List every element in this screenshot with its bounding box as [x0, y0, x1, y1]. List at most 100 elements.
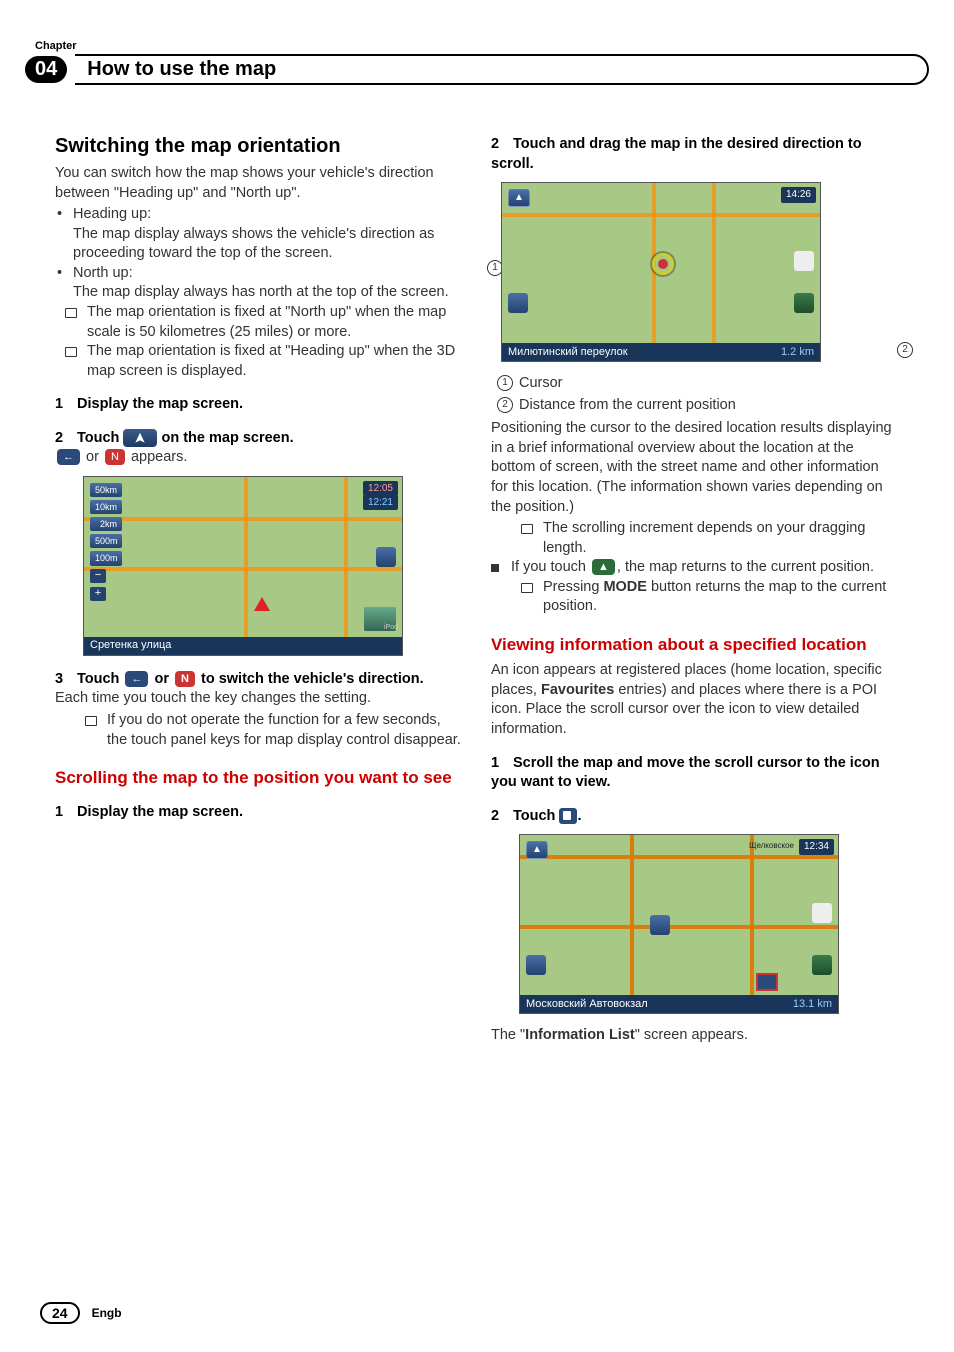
right-panel-icon-3 — [812, 955, 832, 975]
scale-10km: 10km — [90, 500, 122, 514]
favourites-label: Favourites — [541, 682, 614, 698]
top-right-label: Щелковское — [749, 841, 794, 852]
step-2-or: or — [86, 449, 103, 465]
right-panel-icon-1 — [376, 547, 396, 567]
legend-1-num: 1 — [497, 375, 513, 391]
note-scroll-increment: The scrolling increment depends on your … — [491, 519, 899, 558]
step-1-text: Display the map screen. — [77, 396, 243, 412]
step-2-touch-icon: 2Touch on the map screen. — [55, 429, 463, 449]
left-panel-icon-3 — [526, 955, 546, 975]
scroll-step-1: 1Display the map screen. — [55, 803, 463, 823]
chapter-title-wrap: How to use the map — [75, 54, 929, 85]
chapter-header: 04 How to use the map — [25, 54, 929, 85]
step-2-appears: appears. — [131, 449, 187, 465]
lang-code: Engb — [92, 1306, 122, 1320]
mode-button-label: MODE — [603, 579, 647, 595]
bullet-north-up-label: North up: — [73, 265, 133, 281]
note-heading-up-fixed: The map orientation is fixed at "Heading… — [55, 342, 463, 381]
step-3-switch-direction: 3Touch ← or N to switch the vehicle's di… — [55, 670, 463, 690]
scale-buttons: 50km 10km 2km 500m 100m — [90, 483, 122, 569]
distance-3: 13.1 km — [793, 997, 832, 1012]
right-panel-icon-2 — [794, 293, 814, 313]
scroll-step-1-text: Display the map screen. — [77, 804, 243, 820]
status-bar-3: Московский Автовокзал 13.1 km — [520, 995, 838, 1013]
chapter-number-badge: 04 — [25, 56, 67, 83]
bullet-heading-up: Heading up: The map display always shows… — [55, 205, 463, 264]
status-bar-1: Сретенка улица iPod — [84, 637, 402, 655]
step-3-a: Touch — [77, 671, 123, 687]
heading-up-arrow-icon: ← — [57, 449, 80, 465]
heading-switching-orientation: Switching the map orientation — [55, 135, 463, 158]
legend-1-text: Cursor — [519, 375, 563, 391]
left-column: Switching the map orientation You can sw… — [55, 135, 463, 1048]
legend-2-num: 2 — [497, 397, 513, 413]
vehicle-marker-icon — [254, 597, 270, 611]
scale-100m: 100m — [90, 551, 122, 565]
north-up-n-icon-2: N — [175, 671, 195, 687]
street-name-3: Московский Автовокзал — [526, 997, 648, 1012]
ipod-label: iPod — [384, 623, 398, 632]
info-flag-icon — [559, 808, 577, 824]
step-2-sub: ← or N appears. — [55, 448, 463, 468]
information-list-label: Information List — [525, 1027, 635, 1043]
note-north-up-fixed: The map orientation is fixed at "North u… — [55, 303, 463, 342]
figure-map-orientation: 50km 10km 2km 500m 100m − + 12:05 12:21 … — [83, 476, 463, 656]
right-column: 2 Touch and drag the map in the desired d… — [491, 135, 899, 1048]
legend-2-text: Distance from the current position — [519, 397, 736, 413]
heading-up-arrow-icon-2: ← — [125, 671, 148, 687]
poi-icon — [650, 915, 670, 935]
street-name-2: Милютинский переулок — [508, 345, 628, 360]
page-footer: 24 Engb — [40, 1302, 122, 1324]
clock-2: 12:21 — [363, 495, 398, 511]
view-step-1: 1Scroll the map and move the scroll curs… — [491, 754, 899, 793]
bullet-heading-up-label: Heading up: — [73, 206, 151, 222]
step-2-suffix: on the map screen. — [161, 430, 293, 446]
left-panel-icon — [508, 293, 528, 313]
scroll-step-2-text: Touch and drag the map in the desired di… — [491, 136, 862, 172]
intro-text: You can switch how the map shows your ve… — [55, 164, 463, 203]
view-step-2-text: Touch — [513, 808, 559, 824]
callout-2: 2 — [897, 342, 913, 358]
chapter-label: Chapter — [35, 40, 899, 52]
tip-a: If you touch — [511, 559, 590, 575]
figure-map-scroll: 1 ▲ 14:26 Милютинский переулок 1.2 km 2 — [501, 182, 899, 362]
note-mode-a: Pressing — [543, 579, 603, 595]
highlighted-info-icon — [756, 973, 778, 991]
vehicle-toggle-icon — [123, 429, 157, 447]
zoom-controls: − + — [90, 569, 106, 605]
map-screenshot-3: ▲ Щелковское 12:34 Московский Автовокзал… — [519, 834, 839, 1014]
step-3-or: or — [154, 671, 173, 687]
closing-text: The "Information List" screen appears. — [491, 1026, 899, 1046]
closing-c: " screen appears. — [635, 1027, 748, 1043]
map-screenshot-2: ▲ 14:26 Милютинский переулок 1.2 km — [501, 182, 821, 362]
zoom-in-icon: + — [90, 587, 106, 601]
scale-500m: 500m — [90, 534, 122, 548]
clock-fig3: 12:34 — [799, 839, 834, 855]
zoom-out-icon: − — [90, 569, 106, 583]
scroll-step-2: 2Touch and drag the map in the desired d… — [491, 135, 899, 174]
bullet-north-up: North up: The map display always has nor… — [55, 264, 463, 303]
return-triangle-icon-3: ▲ — [526, 841, 548, 859]
tip-return-position: If you touch ▲, the map returns to the c… — [491, 558, 899, 578]
step-1-display-map: 1Display the map screen. — [55, 395, 463, 415]
page-number: 24 — [40, 1302, 80, 1324]
step-3-body: Each time you touch the key changes the … — [55, 689, 463, 709]
distance-2: 1.2 km — [781, 345, 814, 360]
bullet-north-up-text: The map display always has north at the … — [73, 283, 463, 303]
heading-scrolling-map: Scrolling the map to the position you wa… — [55, 768, 463, 788]
clock-fig2: 14:26 — [781, 187, 816, 203]
chapter-title: How to use the map — [87, 58, 915, 81]
figure-map-info: ▲ Щелковское 12:34 Московский Автовокзал… — [519, 834, 899, 1014]
positioning-paragraph: Positioning the cursor to the desired lo… — [491, 419, 899, 517]
scale-2km: 2km — [90, 517, 122, 531]
nav-arrow-icon — [794, 251, 814, 271]
legend-cursor: 1 Cursor — [491, 374, 899, 394]
north-up-n-icon: N — [105, 449, 125, 465]
bullet-heading-up-text: The map display always shows the vehicle… — [73, 225, 463, 264]
map-screenshot-1: 50km 10km 2km 500m 100m − + 12:05 12:21 … — [83, 476, 403, 656]
view-step-1-text: Scroll the map and move the scroll curso… — [491, 755, 880, 791]
status-bar-2: Милютинский переулок 1.2 km — [502, 343, 820, 361]
heading-viewing-info: Viewing information about a specified lo… — [491, 635, 899, 655]
view-step-2: 2Touch . — [491, 807, 899, 827]
closing-a: The " — [491, 1027, 525, 1043]
